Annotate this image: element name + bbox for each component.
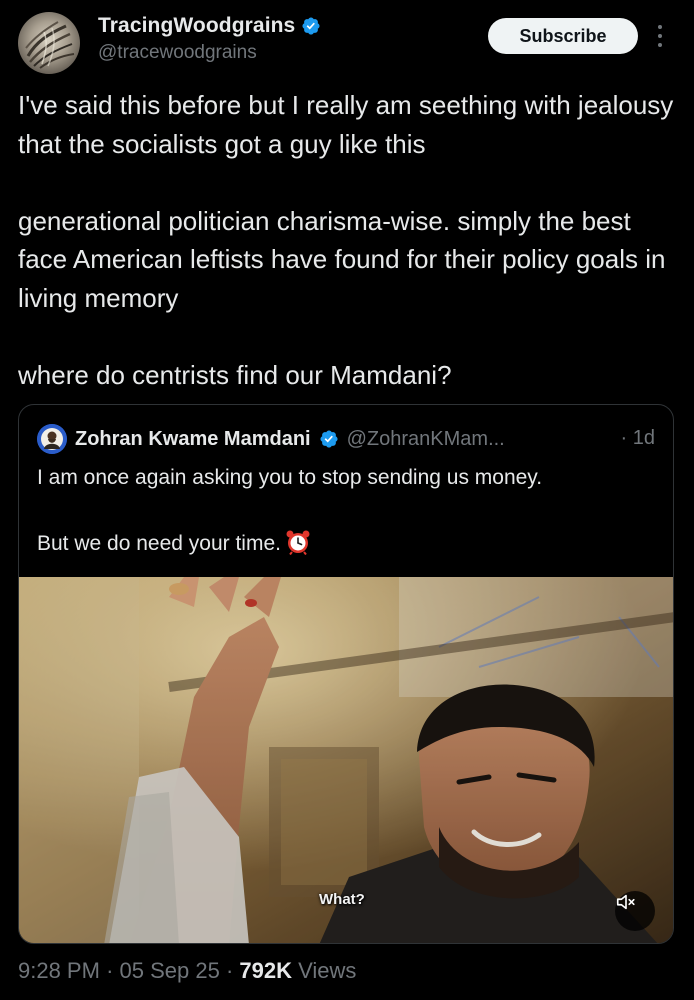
author-handle[interactable]: @tracewoodgrains <box>98 42 257 64</box>
quoted-tweet-card[interactable]: Zohran Kwame Mamdani @ZohranKMam... · 1d… <box>18 404 674 944</box>
subscribe-button[interactable]: Subscribe <box>488 18 638 54</box>
quoted-tweet-text: I am once again asking you to stop sendi… <box>37 461 657 560</box>
author-avatar[interactable] <box>18 12 80 74</box>
quoted-paragraph: But we do need your time. <box>37 532 281 555</box>
time-separator: · <box>620 427 628 449</box>
meta-separator: · <box>106 958 114 983</box>
tweet-paragraph: generational politician charisma-wise. s… <box>18 205 666 313</box>
quoted-tweet-age: 1d <box>632 427 655 449</box>
muted-speaker-icon <box>616 894 635 910</box>
verified-badge-icon <box>302 17 320 35</box>
more-dot <box>658 43 662 47</box>
tweet-time[interactable]: 9:28 PM <box>18 958 100 983</box>
video-frame <box>19 577 673 943</box>
video-caption: What? <box>319 891 365 908</box>
views-label: Views <box>298 958 357 983</box>
quoted-paragraph-with-emoji: But we do need your time. <box>37 527 657 560</box>
tweet-header: TracingWoodgrains @tracewoodgrains Subsc… <box>0 0 694 84</box>
embedded-video[interactable]: What? <box>19 577 673 943</box>
quoted-author-handle[interactable]: @ZohranKMam... <box>347 428 505 451</box>
quoted-author-display-name[interactable]: Zohran Kwame Mamdani <box>75 428 311 451</box>
tweet-date[interactable]: 05 Sep 25 <box>120 958 220 983</box>
tweet-paragraph: where do centrists find our Mamdani? <box>18 359 452 390</box>
views-count[interactable]: 792K <box>239 958 292 983</box>
author-display-name[interactable]: TracingWoodgrains <box>98 14 295 38</box>
more-dot <box>658 34 662 38</box>
meta-separator: · <box>225 958 234 983</box>
more-options-icon[interactable] <box>652 22 668 50</box>
quoted-tweet-header: Zohran Kwame Mamdani @ZohranKMam... <box>37 423 505 455</box>
tweet-paragraph: I've said this before but I really am se… <box>18 90 674 159</box>
verified-badge-icon <box>320 430 338 448</box>
quoted-author-avatar[interactable] <box>37 424 67 454</box>
quoted-tweet-time[interactable]: · 1d <box>621 427 655 450</box>
mute-toggle-button[interactable] <box>615 891 655 931</box>
more-dot <box>658 25 662 29</box>
tweet-metadata: 9:28 PM · 05 Sep 25 · 792K Views <box>18 958 356 984</box>
tweet-text: I've said this before but I really am se… <box>18 86 678 394</box>
author-name-row: TracingWoodgrains <box>98 12 321 40</box>
quoted-paragraph: I am once again asking you to stop sendi… <box>37 466 543 489</box>
alarm-clock-icon <box>286 530 310 555</box>
